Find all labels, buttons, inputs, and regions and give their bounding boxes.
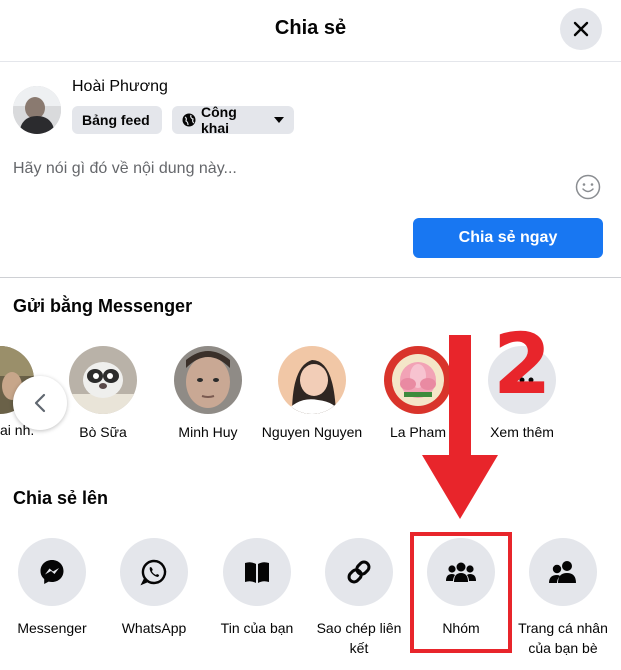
audience-feed-button[interactable]: Bảng feed [72, 106, 162, 134]
annotation-arrow [422, 335, 498, 519]
avatar [13, 86, 61, 134]
annotation-highlight-box [410, 532, 512, 653]
audience-feed-label: Bảng feed [82, 112, 150, 128]
divider [0, 277, 621, 278]
share-to-section-title: Chia sẻ lên [13, 488, 109, 508]
copy-link-button[interactable]: Sao chép liên kết [309, 538, 409, 658]
share-text-input[interactable]: Hãy nói gì đó về nội dung này... [13, 160, 237, 178]
privacy-dropdown[interactable]: Công khai [172, 104, 294, 136]
share-dialog: Chia sẻ Hoài Phương Bảng feed Công khai [0, 0, 621, 670]
contact-item[interactable]: Bò Sữa [50, 346, 156, 442]
close-icon [573, 21, 589, 37]
share-item-label: Messenger [17, 620, 87, 636]
contact-name: Minh Huy [178, 424, 238, 440]
contact-item[interactable]: Minh Huy [155, 346, 261, 442]
scroll-left-button[interactable] [13, 376, 67, 430]
emoji-icon [575, 174, 601, 200]
share-friend-circle [529, 538, 597, 606]
dialog-title: Chia sẻ [274, 17, 347, 39]
link-icon [347, 560, 371, 584]
story-book-icon [245, 562, 269, 583]
share-friend-profile-button[interactable]: Trang cá nhân của bạn bè [513, 538, 613, 658]
share-item-label: Trang cá nhân của bạn bè [518, 620, 608, 656]
share-item-label: WhatsApp [121, 620, 187, 636]
close-button[interactable] [560, 8, 602, 50]
share-now-button[interactable]: Chia sẻ ngay [413, 218, 603, 258]
share-whatsapp-button[interactable]: WhatsApp [104, 538, 204, 638]
copy-link-circle [325, 538, 393, 606]
contact-name: Bò Sữa [79, 424, 127, 440]
user-name: Hoài Phương [72, 78, 168, 95]
whatsapp-icon [140, 559, 167, 586]
contact-avatar [69, 346, 137, 414]
annotation-step-number: 2 [493, 315, 552, 413]
share-item-label: Sao chép liên kết [316, 620, 402, 656]
emoji-button[interactable] [575, 174, 601, 200]
dialog-header: Chia sẻ [0, 0, 621, 62]
messenger-icon [40, 560, 64, 584]
globe-icon [182, 113, 196, 127]
contact-avatar [174, 346, 242, 414]
messenger-section-title: Gửi bằng Messenger [13, 296, 193, 316]
share-whatsapp-circle [120, 538, 188, 606]
contact-item[interactable]: Nguyen Nguyen [259, 346, 365, 442]
caret-down-icon [274, 117, 284, 123]
share-story-button[interactable]: Tin của bạn [207, 538, 307, 638]
privacy-label: Công khai [201, 104, 237, 136]
share-story-circle [223, 538, 291, 606]
contact-name: Nguyen Nguyen [261, 424, 363, 440]
chevron-left-icon [34, 393, 46, 413]
share-messenger-circle [18, 538, 86, 606]
contact-avatar [278, 346, 346, 414]
share-item-label: Tin của bạn [220, 620, 294, 636]
share-messenger-button[interactable]: Messenger [2, 538, 102, 638]
friends-icon [549, 561, 576, 583]
